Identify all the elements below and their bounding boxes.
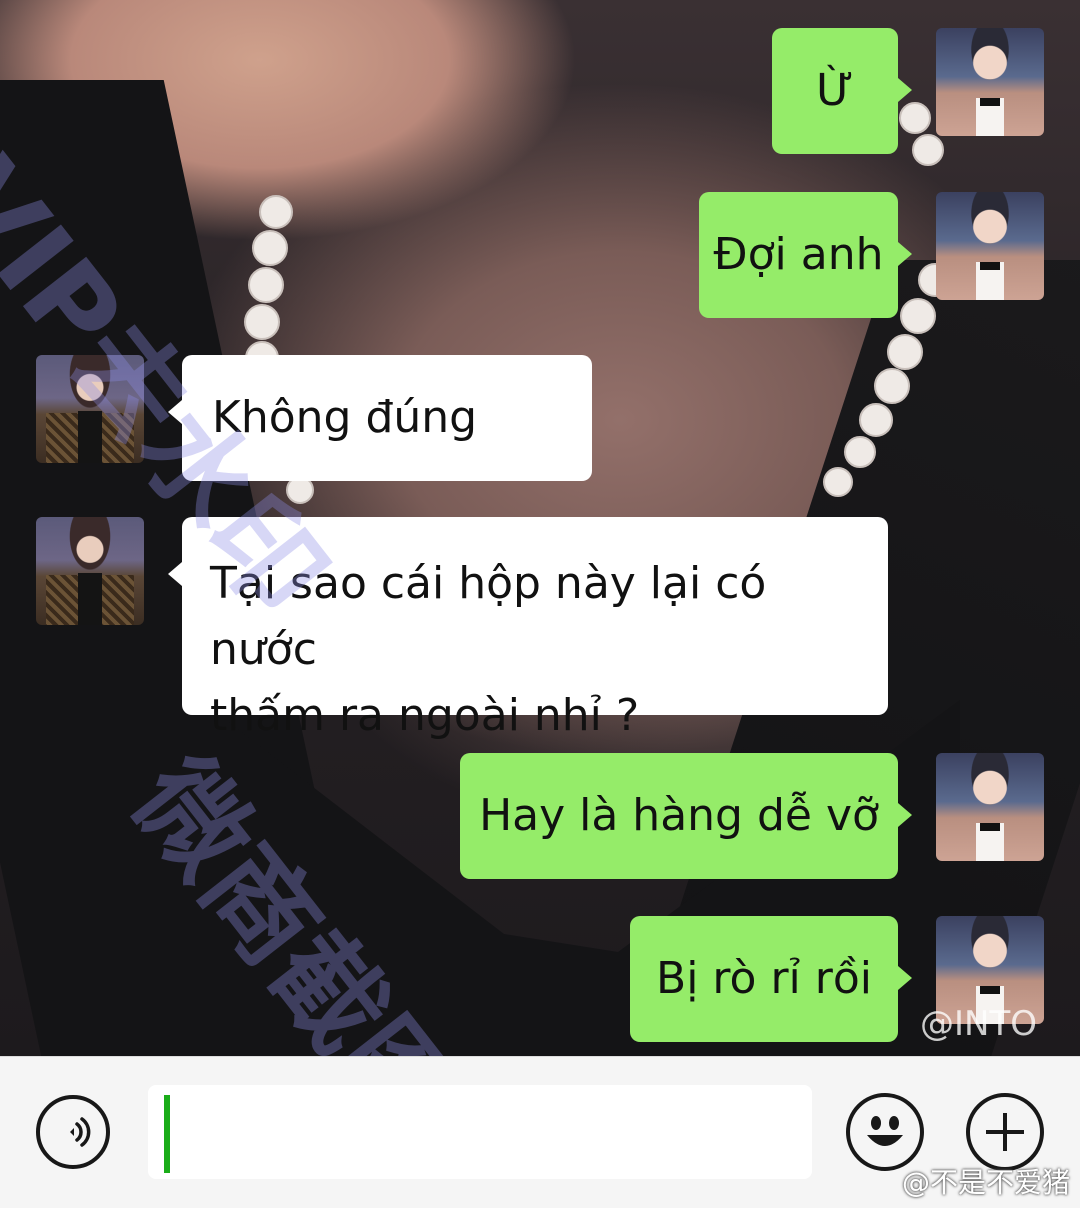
message-bubble[interactable]: Bị rò rỉ rồi bbox=[630, 916, 898, 1042]
message-bubble[interactable]: Đợi anh bbox=[699, 192, 898, 318]
emoji-button[interactable] bbox=[846, 1093, 924, 1171]
message-input[interactable] bbox=[148, 1085, 812, 1179]
bubble-tail bbox=[898, 78, 912, 102]
chat-screen: Ừ Đợi anh Không đúng lắm ? Tại sao cái h… bbox=[0, 0, 1080, 1208]
my-avatar[interactable] bbox=[936, 192, 1044, 300]
text-caret bbox=[164, 1095, 170, 1173]
bubble-tail bbox=[898, 966, 912, 990]
more-button[interactable] bbox=[966, 1093, 1044, 1171]
message-bubble[interactable]: Hay là hàng dễ vỡ bbox=[460, 753, 898, 879]
voice-button[interactable] bbox=[36, 1095, 110, 1169]
plus-icon bbox=[986, 1113, 1024, 1151]
bubble-tail bbox=[168, 562, 182, 586]
message-line: Tại sao cái hộp này lại có nước bbox=[210, 558, 767, 675]
message-bubble[interactable]: Ừ bbox=[772, 28, 898, 154]
my-avatar[interactable] bbox=[936, 28, 1044, 136]
my-avatar[interactable] bbox=[936, 753, 1044, 861]
contact-avatar[interactable] bbox=[36, 355, 144, 463]
bubble-tail bbox=[168, 400, 182, 424]
contact-avatar[interactable] bbox=[36, 517, 144, 625]
voice-icon bbox=[70, 1117, 91, 1147]
message-line: thấm ra ngoài nhỉ ? bbox=[210, 690, 640, 741]
footer-watermark: @不是不爱猪 bbox=[901, 1166, 1070, 1199]
chat-input-bar: @不是不爱猪 bbox=[0, 1056, 1080, 1208]
emoji-icon bbox=[867, 1116, 903, 1146]
bubble-tail bbox=[898, 242, 912, 266]
message-bubble[interactable]: Tại sao cái hộp này lại có nước thấm ra … bbox=[182, 517, 888, 741]
message-bubble[interactable]: Không đúng lắm ? bbox=[182, 355, 592, 569]
bubble-tail bbox=[898, 803, 912, 827]
photo-credit-watermark: @INTO bbox=[920, 1004, 1037, 1044]
